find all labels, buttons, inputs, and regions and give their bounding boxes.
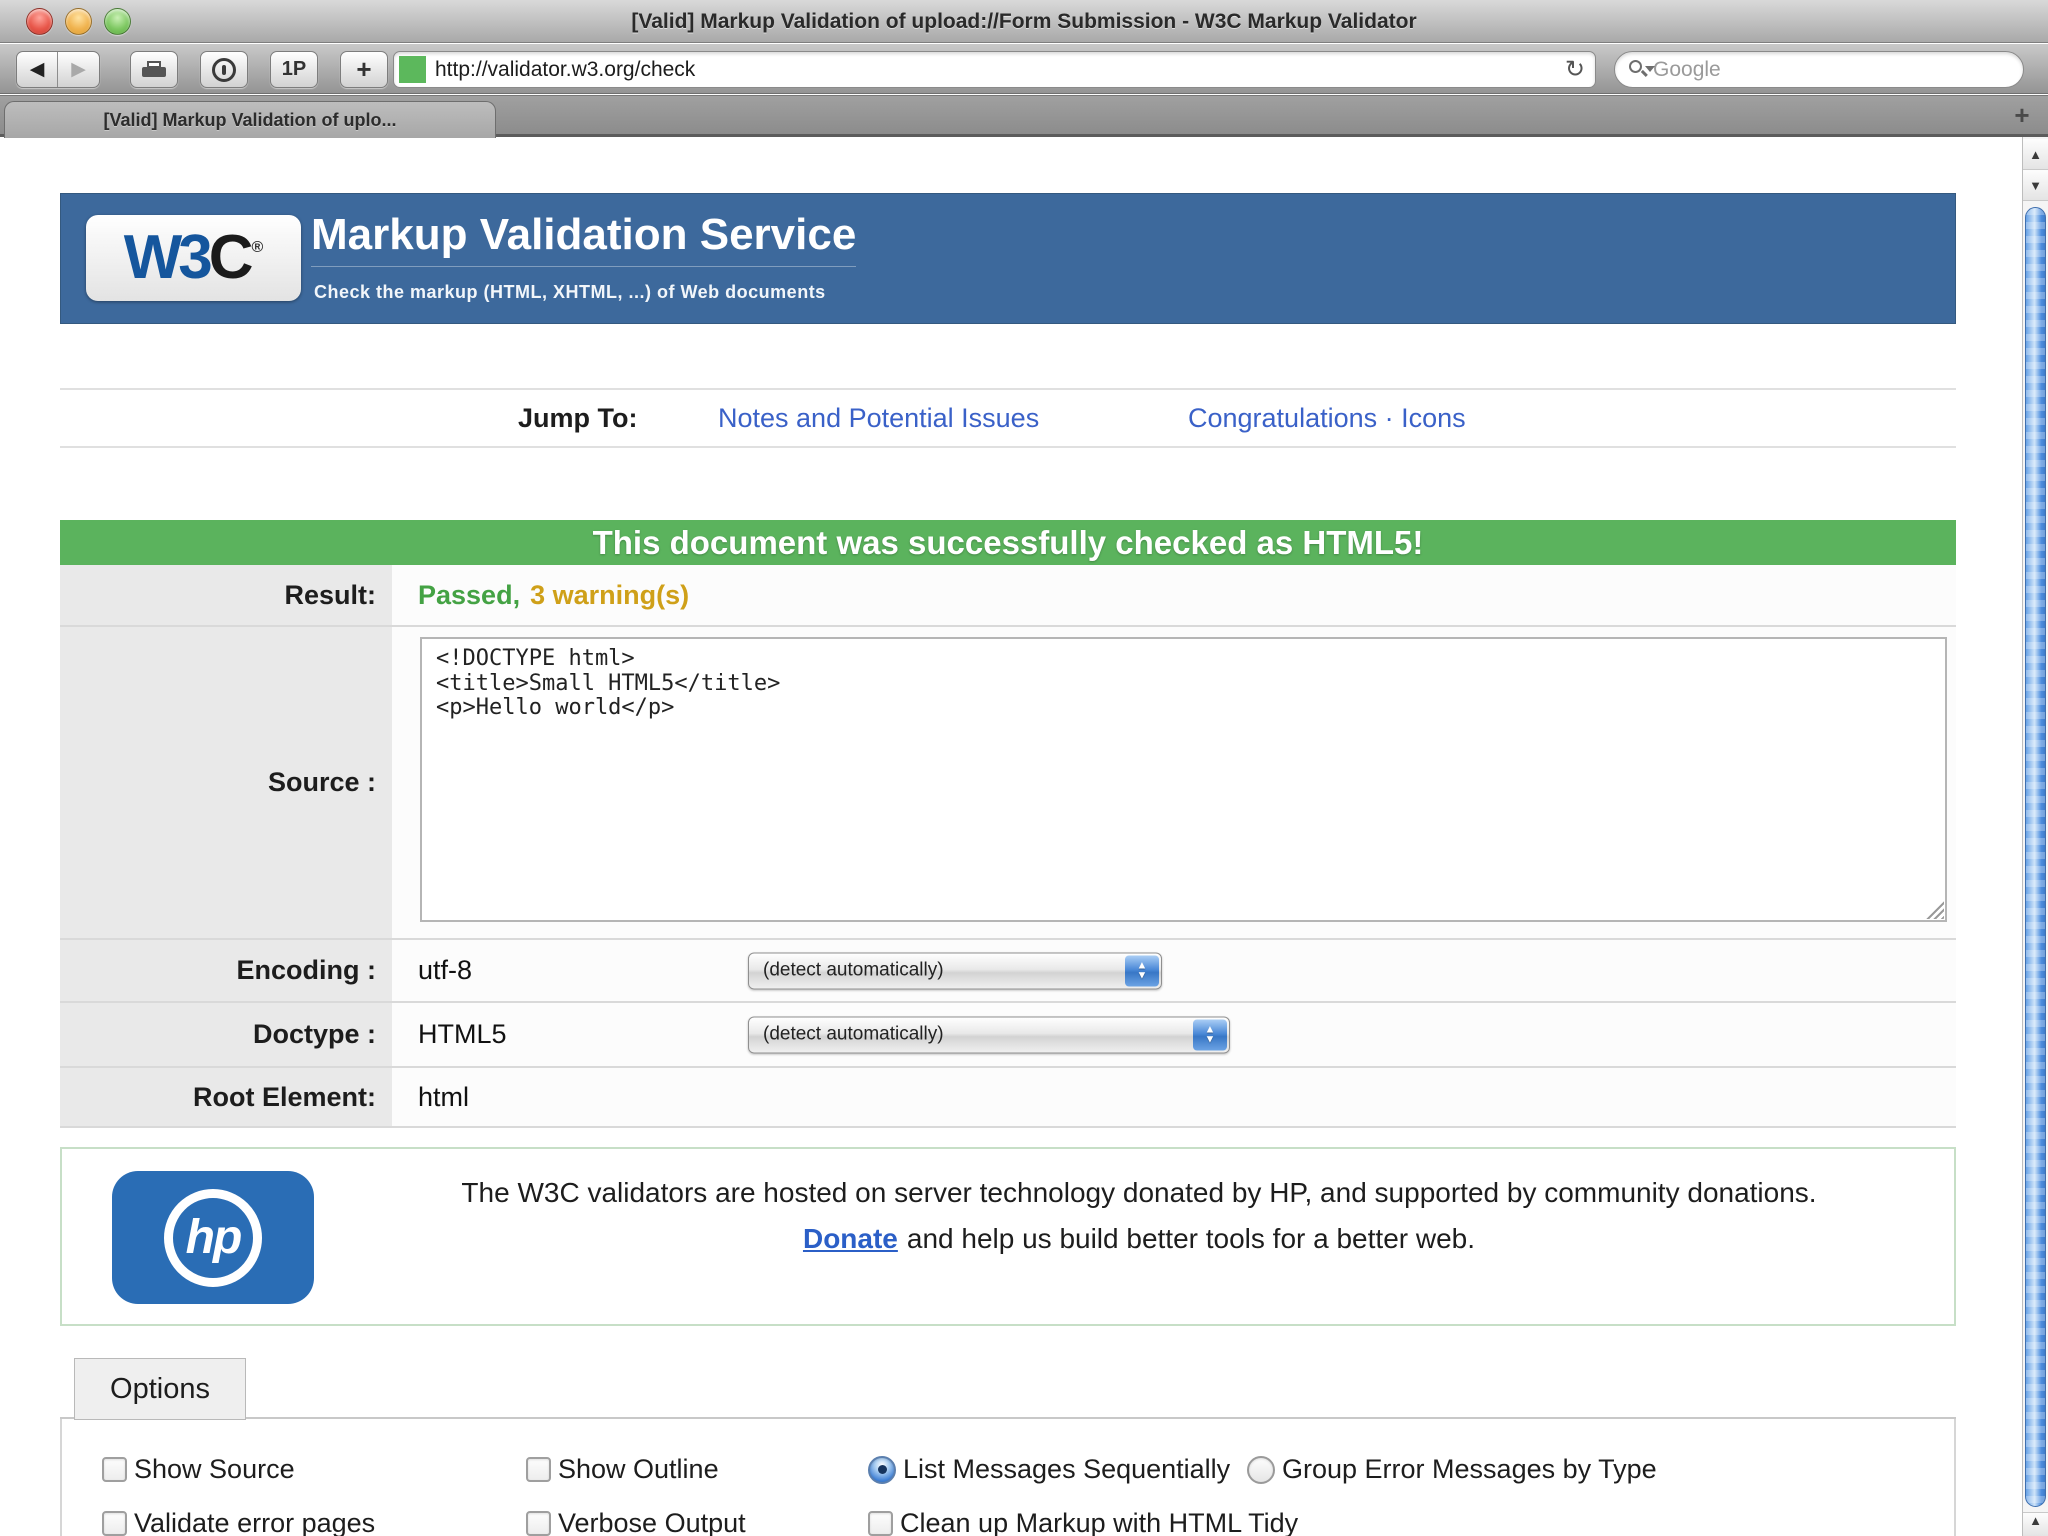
success-banner: This document was successfully checked a…: [60, 520, 1956, 565]
checkbox-icon[interactable]: [868, 1511, 893, 1536]
checkbox-icon[interactable]: [102, 1457, 127, 1482]
table-row: Source : <!DOCTYPE html> <title>Small HT…: [60, 627, 1956, 940]
address-bar[interactable]: http://validator.w3.org/check ↻: [393, 51, 1596, 88]
tab-bar: [Valid] Markup Validation of uplo... +: [0, 95, 2048, 137]
encoding-label: Encoding :: [60, 940, 392, 1001]
w3c-logo-text: W3C®: [124, 227, 264, 289]
history-nav-control: ◀ ▶: [16, 51, 100, 88]
results-table: Result: Passed, 3 warning(s) Source : <!…: [60, 565, 1956, 1128]
result-passed-value: Passed,: [418, 580, 520, 611]
fieldset-top-border: [60, 1417, 1956, 1419]
scroll-down-button[interactable]: ▼: [2023, 170, 2048, 201]
add-bookmark-button[interactable]: +: [340, 51, 388, 88]
verbose-output-checkbox[interactable]: Verbose Output: [526, 1508, 746, 1536]
reload-button[interactable]: ↻: [1565, 55, 1585, 84]
clean-up-markup-tidy-checkbox[interactable]: Clean up Markup with HTML Tidy: [868, 1508, 1298, 1536]
jump-link-notes[interactable]: Notes and Potential Issues: [718, 403, 1039, 434]
validate-error-pages-checkbox[interactable]: Validate error pages: [102, 1508, 375, 1536]
scroll-up-button[interactable]: ▲: [2023, 139, 2048, 170]
page-subtitle: Check the markup (HTML, XHTML, ...) of W…: [314, 282, 826, 303]
page-viewport: W3C® Markup Validation Service Check the…: [0, 140, 2022, 1536]
scroll-bottom-up-button[interactable]: ▲: [2023, 1512, 2048, 1536]
search-field[interactable]: Google: [1614, 51, 2024, 88]
table-row: Doctype : HTML5 (detect automatically) ▲…: [60, 1003, 1956, 1068]
hp-notice-line1: The W3C validators are hosted on server …: [332, 1177, 1946, 1209]
hp-logo-text: hp: [186, 1210, 241, 1265]
hp-logo-ring: hp: [164, 1189, 262, 1287]
hp-logo: hp: [112, 1171, 314, 1304]
list-messages-sequentially-radio[interactable]: List Messages Sequentially: [868, 1454, 1230, 1485]
root-element-label: Root Element:: [60, 1068, 392, 1126]
checkbox-icon[interactable]: [526, 1511, 551, 1536]
root-element-value: html: [418, 1082, 469, 1113]
print-button[interactable]: [130, 51, 178, 88]
browser-toolbar: ◀ ▶ 1P + http://validator.w3.org/check ↻…: [0, 44, 2048, 94]
hp-donation-notice: hp The W3C validators are hosted on serv…: [60, 1147, 1956, 1326]
options-legend: Options: [74, 1358, 246, 1420]
printer-icon: [142, 61, 166, 79]
scrollbar-thumb[interactable]: [2025, 207, 2046, 1507]
table-row: Root Element: html: [60, 1068, 1956, 1128]
jump-to-label: Jump To:: [518, 403, 637, 434]
radio-icon[interactable]: [1247, 1456, 1275, 1484]
show-source-checkbox[interactable]: Show Source: [102, 1454, 295, 1485]
result-label: Result:: [60, 565, 392, 625]
site-favicon: [399, 56, 426, 83]
options-fieldset: Options Show Source Show Outline List Me…: [60, 1358, 1956, 1536]
jump-to-bar: Jump To: Notes and Potential Issues Cong…: [60, 388, 1956, 448]
success-banner-text: This document was successfully checked a…: [593, 524, 1424, 562]
forward-button[interactable]: ▶: [58, 52, 99, 87]
circled-key-icon: [212, 58, 236, 82]
search-icon: [1629, 60, 1649, 80]
checkbox-icon[interactable]: [526, 1457, 551, 1482]
result-warnings-value: 3 warning(s): [530, 580, 689, 611]
browser-window: [Valid] Markup Validation of upload://Fo…: [0, 0, 2048, 1536]
onepassword-button[interactable]: 1P: [270, 51, 318, 88]
vertical-scrollbar[interactable]: ▲ ▼ ▲: [2022, 137, 2048, 1536]
table-row: Encoding : utf-8 (detect automatically) …: [60, 940, 1956, 1003]
source-textarea[interactable]: <!DOCTYPE html> <title>Small HTML5</titl…: [420, 637, 1947, 922]
source-label: Source :: [60, 627, 392, 938]
new-tab-button[interactable]: +: [2002, 96, 2042, 135]
jump-link-congratulations-icons[interactable]: Congratulations · Icons: [1188, 403, 1466, 434]
w3c-header-banner: W3C® Markup Validation Service Check the…: [60, 193, 1956, 324]
onepassword-circle-button[interactable]: [200, 51, 248, 88]
show-outline-checkbox[interactable]: Show Outline: [526, 1454, 719, 1485]
doctype-label: Doctype :: [60, 1003, 392, 1066]
encoding-value: utf-8: [418, 955, 472, 986]
hp-notice-line2: Donateand help us build better tools for…: [332, 1223, 1946, 1255]
doctype-select[interactable]: (detect automatically) ▲▼: [748, 1016, 1230, 1053]
checkbox-icon[interactable]: [102, 1511, 127, 1536]
doctype-value: HTML5: [418, 1019, 507, 1050]
url-text[interactable]: http://validator.w3.org/check: [435, 58, 1565, 82]
search-placeholder[interactable]: Google: [1653, 58, 1721, 82]
group-error-messages-radio[interactable]: Group Error Messages by Type: [1247, 1454, 1657, 1485]
page-title: Markup Validation Service: [311, 210, 856, 267]
chevron-updown-icon: ▲▼: [1193, 1019, 1227, 1050]
back-button[interactable]: ◀: [17, 52, 58, 87]
window-title: [Valid] Markup Validation of upload://Fo…: [0, 0, 2048, 43]
table-row: Result: Passed, 3 warning(s): [60, 565, 1956, 627]
donate-link[interactable]: Donate: [803, 1223, 898, 1254]
active-tab[interactable]: [Valid] Markup Validation of uplo...: [4, 101, 496, 138]
chevron-updown-icon: ▲▼: [1125, 955, 1159, 986]
window-titlebar: [Valid] Markup Validation of upload://Fo…: [0, 0, 2048, 43]
tab-title: [Valid] Markup Validation of uplo...: [103, 110, 396, 131]
radio-icon[interactable]: [868, 1456, 896, 1484]
registered-mark: ®: [251, 239, 263, 256]
encoding-select[interactable]: (detect automatically) ▲▼: [748, 952, 1162, 989]
w3c-logo[interactable]: W3C®: [86, 215, 301, 301]
